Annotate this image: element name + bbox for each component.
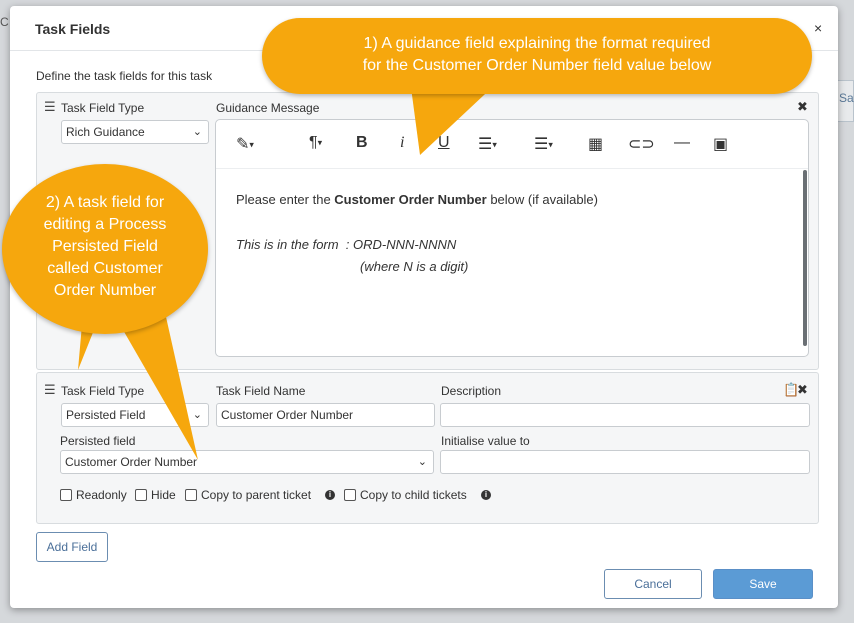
callout-1-line-1: 1) A guidance field explaining the forma…	[363, 35, 711, 52]
drag-handle-icon[interactable]: ☰	[44, 99, 56, 115]
bold-icon[interactable]: B	[356, 134, 368, 152]
editor-scrollbar[interactable]	[803, 170, 807, 346]
callout-1-line-2: for the Customer Order Number field valu…	[362, 57, 712, 74]
readonly-checkbox-row[interactable]: Readonly	[60, 488, 127, 502]
editor-toolbar: ✎▾ ¶▾ B i U ☰▾ ☰▾ ▦ ⊂⊃ — ▣	[216, 120, 808, 169]
copy-parent-checkbox-row[interactable]: Copy to parent ticket	[185, 488, 311, 502]
task-field-name-label: Task Field Name	[216, 384, 306, 398]
remove-field-icon[interactable]: ✖	[797, 382, 808, 398]
task-field-type-select[interactable]: Rich Guidance ⌄	[61, 120, 209, 144]
save-button[interactable]: Save	[713, 569, 813, 599]
add-field-button[interactable]: Add Field	[36, 532, 108, 562]
readonly-checkbox[interactable]	[60, 489, 72, 501]
editor-line-2: This is in the form : ORD-NNN-NNNN	[236, 237, 457, 252]
task-field-name-input[interactable]: Customer Order Number	[216, 403, 435, 427]
editor-text-bold: Customer Order Number	[334, 192, 487, 207]
editor-line-3: (where N is a digit)	[360, 259, 469, 274]
initialise-value-input[interactable]	[440, 450, 810, 474]
close-icon[interactable]: ×	[814, 20, 822, 36]
hide-label: Hide	[151, 488, 176, 502]
chevron-down-icon: ⌄	[417, 456, 427, 468]
callout-2: 2) A task field for editing a Process Pe…	[2, 164, 208, 334]
task-field-type-value: Rich Guidance	[66, 125, 145, 139]
info-icon[interactable]: i	[325, 490, 335, 500]
paragraph-dropdown-icon[interactable]: ¶▾	[309, 134, 322, 152]
image-icon[interactable]: ▣	[713, 134, 728, 154]
initialise-value-label: Initialise value to	[441, 434, 530, 448]
editor-text-post: below (if available)	[486, 192, 598, 207]
chevron-down-icon: ⌄	[192, 126, 202, 138]
callout-2-line-4: called Customer	[47, 260, 163, 277]
description-label: Description	[441, 384, 502, 398]
callout-2-line-1: 2) A task field for	[45, 194, 165, 211]
background-text-left: C	[0, 15, 9, 29]
info-icon[interactable]: i	[481, 490, 491, 500]
editor-text-pre: Please enter the	[236, 192, 335, 207]
modal-title: Task Fields	[35, 21, 111, 37]
table-icon[interactable]: ▦	[588, 134, 603, 154]
readonly-label: Readonly	[76, 488, 127, 502]
copy-parent-checkbox[interactable]	[185, 489, 197, 501]
callout-2-line-3: Persisted Field	[52, 238, 158, 255]
guidance-editor[interactable]: ✎▾ ¶▾ B i U ☰▾ ☰▾ ▦ ⊂⊃ — ▣ Please enter …	[215, 119, 809, 357]
cancel-button[interactable]: Cancel	[604, 569, 702, 599]
intro-text: Define the task fields for this task	[36, 69, 213, 83]
remove-field-icon[interactable]: ✖	[797, 99, 808, 115]
hide-checkbox[interactable]	[135, 489, 147, 501]
editor-line-1: Please enter the Customer Order Number b…	[236, 192, 598, 207]
copy-child-checkbox[interactable]	[344, 489, 356, 501]
copy-child-checkbox-row[interactable]: Copy to child tickets	[344, 488, 467, 502]
callout-2-line-5: Order Number	[53, 282, 157, 299]
horizontal-rule-icon[interactable]: —	[674, 134, 690, 152]
callout-2-line-2: editing a Process	[43, 216, 167, 233]
background-save-label: Sa	[839, 91, 854, 105]
copy-parent-label: Copy to parent ticket	[201, 488, 312, 502]
bullet-list-icon[interactable]: ☰▾	[534, 134, 553, 154]
description-input[interactable]	[440, 403, 810, 427]
hide-checkbox-row[interactable]: Hide	[135, 488, 176, 502]
callout-1: 1) A guidance field explaining the forma…	[262, 18, 812, 94]
guidance-message-label: Guidance Message	[216, 101, 320, 115]
task-field-type-label: Task Field Type	[61, 101, 145, 115]
link-icon[interactable]: ⊂⊃	[628, 134, 655, 154]
drag-handle-icon[interactable]: ☰	[44, 382, 56, 398]
pencil-dropdown-icon[interactable]: ✎▾	[236, 134, 254, 154]
copy-child-label: Copy to child tickets	[360, 488, 467, 502]
